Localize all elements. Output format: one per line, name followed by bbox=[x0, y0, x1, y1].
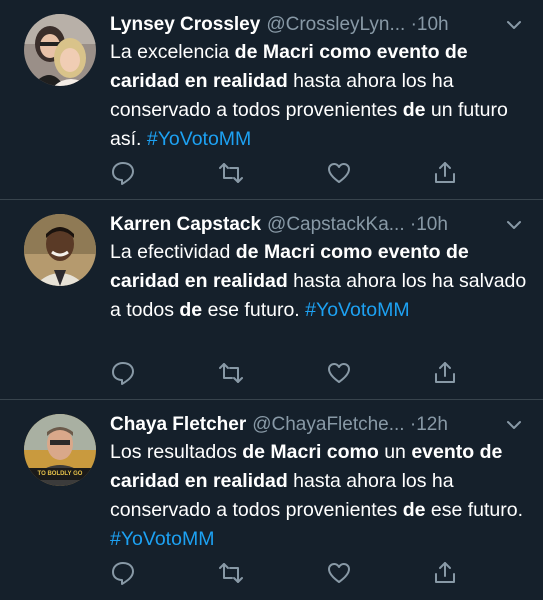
user-handle[interactable]: @CapstackKa... bbox=[267, 214, 405, 235]
reply-icon[interactable] bbox=[110, 560, 136, 586]
tweet-text: La excelencia de Macri como evento de ca… bbox=[110, 38, 527, 154]
user-name[interactable]: Chaya Fletcher bbox=[110, 414, 246, 435]
user-name[interactable]: Karren Capstack bbox=[110, 214, 261, 235]
tweet[interactable]: Lynsey Crossley @CrossleyLyn... ·10h La e… bbox=[0, 0, 543, 200]
tweet-header: Karren Capstack @CapstackKa... ·10h bbox=[110, 212, 523, 238]
hashtag-link[interactable]: #YoVotoMM bbox=[305, 299, 409, 321]
avatar[interactable]: TO BOLDLY GO bbox=[24, 414, 96, 486]
text-segment: La excelencia bbox=[110, 41, 235, 63]
share-icon[interactable] bbox=[432, 360, 458, 386]
reply-icon[interactable] bbox=[110, 160, 136, 186]
retweet-icon[interactable] bbox=[218, 560, 244, 586]
reply-icon[interactable] bbox=[110, 360, 136, 386]
tweet-actions bbox=[110, 160, 503, 186]
text-segment: Los resultados bbox=[110, 441, 243, 463]
text-segment-bold: de Macri como bbox=[242, 441, 379, 463]
avatar-badge-text: TO BOLDLY GO bbox=[37, 471, 83, 477]
chevron-down-icon[interactable] bbox=[505, 216, 523, 234]
hashtag-link[interactable]: #YoVotoMM bbox=[147, 128, 251, 150]
tweet-text: Los resultados de Macri como un evento d… bbox=[110, 438, 527, 554]
timestamp[interactable]: 10h bbox=[417, 14, 449, 35]
tweet-text: La efectividad de Macri como evento de c… bbox=[110, 238, 527, 325]
avatar[interactable] bbox=[24, 14, 96, 86]
text-segment: ese futuro. bbox=[202, 299, 306, 321]
share-icon[interactable] bbox=[432, 160, 458, 186]
share-icon[interactable] bbox=[432, 560, 458, 586]
text-segment-bold: de bbox=[402, 499, 426, 521]
chevron-down-icon[interactable] bbox=[505, 416, 523, 434]
hashtag-link[interactable]: #YoVotoMM bbox=[110, 528, 214, 550]
tweet[interactable]: TO BOLDLY GO Chaya Fletcher @ChayaFletche… bbox=[0, 400, 543, 600]
heart-icon[interactable] bbox=[326, 160, 352, 186]
text-segment-bold: de bbox=[402, 99, 426, 121]
user-handle[interactable]: @CrossleyLyn... bbox=[266, 14, 405, 35]
heart-icon[interactable] bbox=[326, 560, 352, 586]
text-segment: un bbox=[378, 441, 412, 463]
tweet-header: Lynsey Crossley @CrossleyLyn... ·10h bbox=[110, 12, 523, 38]
user-handle[interactable]: @ChayaFletche... bbox=[252, 414, 404, 435]
chevron-down-icon[interactable] bbox=[505, 16, 523, 34]
tweet[interactable]: Karren Capstack @CapstackKa... ·10h La ef… bbox=[0, 200, 543, 400]
text-segment-bold: de bbox=[179, 299, 203, 321]
user-name[interactable]: Lynsey Crossley bbox=[110, 14, 260, 35]
text-segment: ese futuro. bbox=[425, 499, 524, 521]
avatar[interactable] bbox=[24, 214, 96, 286]
text-segment: La efectividad bbox=[110, 241, 236, 263]
timestamp[interactable]: 12h bbox=[416, 414, 448, 435]
tweet-actions bbox=[110, 560, 503, 586]
tweet-header: Chaya Fletcher @ChayaFletche... ·12h bbox=[110, 412, 523, 438]
retweet-icon[interactable] bbox=[218, 160, 244, 186]
tweet-actions bbox=[110, 360, 503, 386]
heart-icon[interactable] bbox=[326, 360, 352, 386]
retweet-icon[interactable] bbox=[218, 360, 244, 386]
timestamp[interactable]: 10h bbox=[416, 214, 448, 235]
